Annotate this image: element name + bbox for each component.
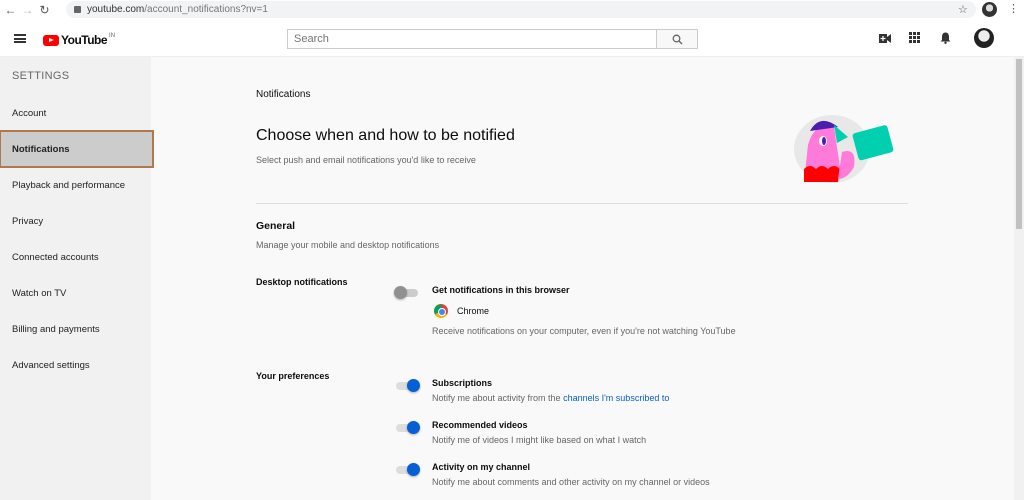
recommended-videos-desc: Notify me of videos I might like based o… xyxy=(432,435,647,445)
divider xyxy=(256,203,908,204)
browser-name: Chrome xyxy=(457,306,490,316)
avatar[interactable] xyxy=(974,28,994,48)
subscriptions-title: Subscriptions xyxy=(432,378,493,388)
sidebar-title: SETTINGS xyxy=(12,70,70,82)
notification-illustration xyxy=(794,115,894,183)
sidebar-item-privacy[interactable]: Privacy xyxy=(0,203,151,239)
preferences-label: Your preferences xyxy=(256,371,330,381)
youtube-logo[interactable]: YouTube IN xyxy=(43,33,115,47)
sidebar-item-account[interactable]: Account xyxy=(0,95,151,131)
notifications-bell-icon[interactable] xyxy=(940,32,951,44)
address-bar[interactable]: youtube.com/account_notifications?nv=1 xyxy=(66,1,976,18)
reload-icon[interactable]: ↻ xyxy=(36,3,53,17)
bookmark-star-icon[interactable]: ☆ xyxy=(958,3,968,16)
subscribed-channels-link[interactable]: channels I'm subscribed to xyxy=(563,393,669,403)
subscriptions-toggle[interactable] xyxy=(396,379,420,392)
channel-activity-desc: Notify me about comments and other activ… xyxy=(432,477,710,487)
browser-notifications-toggle[interactable] xyxy=(394,286,418,299)
desktop-notifications-label: Desktop notifications xyxy=(256,277,348,287)
play-icon xyxy=(43,34,59,46)
back-icon[interactable]: ← xyxy=(2,3,19,17)
sidebar-item-billing[interactable]: Billing and payments xyxy=(0,311,151,347)
channel-activity-toggle[interactable] xyxy=(396,463,420,476)
browser-toolbar: ← → ↻ youtube.com/account_notifications?… xyxy=(0,0,1024,20)
settings-sidebar: SETTINGS Account Notifications Playback … xyxy=(0,57,154,500)
search-button[interactable] xyxy=(656,29,698,49)
hamburger-menu-icon[interactable] xyxy=(14,34,26,43)
recommended-videos-toggle[interactable] xyxy=(396,421,420,434)
forward-icon[interactable]: → xyxy=(19,3,36,17)
search-input[interactable] xyxy=(287,29,657,49)
chrome-icon xyxy=(434,304,448,318)
search-icon xyxy=(672,34,682,44)
page-title: Choose when and how to be notified xyxy=(256,127,515,144)
apps-grid-icon[interactable] xyxy=(909,32,920,43)
desktop-option-title: Get notifications in this browser xyxy=(432,285,570,295)
scrollbar[interactable] xyxy=(1014,57,1024,500)
subscriptions-desc: Notify me about activity from the channe… xyxy=(432,393,670,403)
sidebar-item-advanced[interactable]: Advanced settings xyxy=(0,347,151,383)
channel-activity-title: Activity on my channel xyxy=(432,462,531,472)
scrollbar-thumb[interactable] xyxy=(1016,59,1022,229)
profile-avatar[interactable] xyxy=(982,2,997,17)
general-subtitle: Manage your mobile and desktop notificat… xyxy=(256,240,440,250)
desktop-description: Receive notifications on your computer, … xyxy=(432,326,736,336)
sidebar-item-notifications[interactable]: Notifications xyxy=(0,130,154,168)
menu-icon[interactable]: ⋮ xyxy=(1008,2,1019,15)
sidebar-item-connected-accounts[interactable]: Connected accounts xyxy=(0,239,151,275)
section-label: Notifications xyxy=(256,89,311,100)
recommended-videos-title: Recommended videos xyxy=(432,420,528,430)
page-subtitle: Select push and email notifications you'… xyxy=(256,155,476,165)
sidebar-item-playback[interactable]: Playback and performance xyxy=(0,167,151,203)
create-video-icon[interactable] xyxy=(879,34,891,43)
sidebar-item-watch-on-tv[interactable]: Watch on TV xyxy=(0,275,151,311)
lock-icon xyxy=(74,6,81,13)
general-title: General xyxy=(256,220,296,232)
youtube-header: YouTube IN xyxy=(0,20,1024,57)
